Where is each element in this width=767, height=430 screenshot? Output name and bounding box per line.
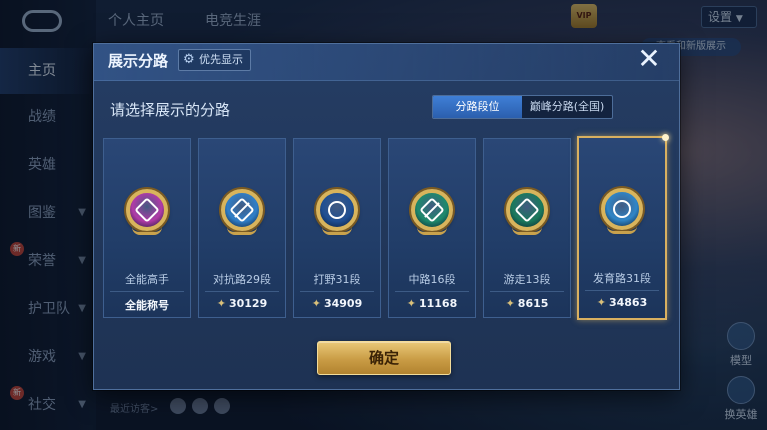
lane-card-score: 全能称号 <box>104 297 190 313</box>
lane-points-icon: ✦ <box>505 297 515 310</box>
lane-points-value: 30129 <box>228 297 268 310</box>
roam-emblem-icon <box>504 187 550 237</box>
lane-card[interactable]: 游走13段 ✦ 8615 <box>483 138 571 318</box>
emblem-glyph <box>514 197 540 223</box>
lane-card-name: 发育路31段 <box>593 272 651 285</box>
confirm-button[interactable]: 确定 <box>317 341 451 375</box>
priority-display-label: 优先显示 <box>199 53 243 66</box>
selection-sparkle <box>662 134 669 141</box>
emblem-disc <box>411 189 453 231</box>
lane-points-value: 全能称号 <box>125 299 169 312</box>
lane-card[interactable]: 全能高手 全能称号 <box>103 138 191 318</box>
lane-card[interactable]: 打野31段 ✦ 34909 <box>293 138 381 318</box>
jungle-emblem-icon <box>314 187 360 237</box>
emblem-base <box>132 227 162 235</box>
lane-points-icon: ✦ <box>596 296 606 309</box>
lane-card-name: 对抗路29段 <box>213 273 271 286</box>
lane-card-name: 全能高手 <box>125 273 169 286</box>
dialog-subtitle: 请选择展示的分路 <box>110 101 231 119</box>
tab-lane-rank[interactable]: 分路段位 <box>433 96 522 118</box>
lane-card[interactable]: 对抗路29段 ✦ 30129 <box>198 138 286 318</box>
emblem-base <box>322 227 352 235</box>
lane-card-name: 游走13段 <box>503 273 551 286</box>
card-divider <box>110 291 184 292</box>
emblem-disc <box>221 189 263 231</box>
card-divider <box>585 290 659 291</box>
emblem-base <box>227 227 257 235</box>
farm-lane-emblem-icon <box>599 186 645 236</box>
card-divider <box>490 291 564 292</box>
emblem-disc <box>601 188 643 230</box>
emblem-base <box>417 227 447 235</box>
emblem-glyph <box>328 201 346 219</box>
emblem-disc <box>316 189 358 231</box>
close-icon: ✕ <box>637 42 661 75</box>
lane-card-score: ✦ 8615 <box>484 297 570 310</box>
close-button[interactable]: ✕ <box>631 44 667 76</box>
card-divider <box>300 291 374 292</box>
lane-card[interactable]: 中路16段 ✦ 11168 <box>388 138 476 318</box>
dialog-title: 展示分路 <box>108 52 169 70</box>
lane-mode-toggle: 分路段位 巅峰分路(全国) <box>432 95 613 119</box>
lane-card-name: 中路16段 <box>408 273 456 286</box>
lane-card-name: 打野31段 <box>313 273 361 286</box>
emblem-disc <box>506 189 548 231</box>
gear-icon: ⚙ <box>183 52 195 67</box>
lane-card-score: ✦ 34863 <box>579 296 665 309</box>
lane-card-score: ✦ 30129 <box>199 297 285 310</box>
lane-points-icon: ✦ <box>311 297 321 310</box>
mid-lane-emblem-icon <box>409 187 455 237</box>
lane-card[interactable]: 发育路31段 ✦ 34863 <box>577 134 669 320</box>
card-divider <box>395 291 469 292</box>
lane-points-icon: ✦ <box>216 297 226 310</box>
emblem-glyph <box>613 200 631 218</box>
lane-card-score: ✦ 34909 <box>294 297 380 310</box>
lane-card-score: ✦ 11168 <box>389 297 475 310</box>
lane-points-value: 34909 <box>323 297 363 310</box>
emblem-base <box>512 227 542 235</box>
emblem-glyph <box>134 197 160 223</box>
emblem-base <box>607 226 637 234</box>
card-divider <box>205 291 279 292</box>
lane-points-value: 11168 <box>418 297 458 310</box>
lane-points-icon: ✦ <box>406 297 416 310</box>
lane-points-value: 8615 <box>517 297 549 310</box>
clash-lane-emblem-icon <box>219 187 265 237</box>
emblem-disc <box>126 189 168 231</box>
lane-display-dialog: 展示分路 ⚙ 优先显示 ✕ 请选择展示的分路 分路段位 巅峰分路(全国) 全能高… <box>93 43 680 390</box>
tab-peak-lane[interactable]: 巅峰分路(全国) <box>522 96 612 118</box>
all-round-emblem-icon <box>124 187 170 237</box>
lane-points-value: 34863 <box>608 296 648 309</box>
priority-display-button[interactable]: ⚙ 优先显示 <box>178 49 251 71</box>
